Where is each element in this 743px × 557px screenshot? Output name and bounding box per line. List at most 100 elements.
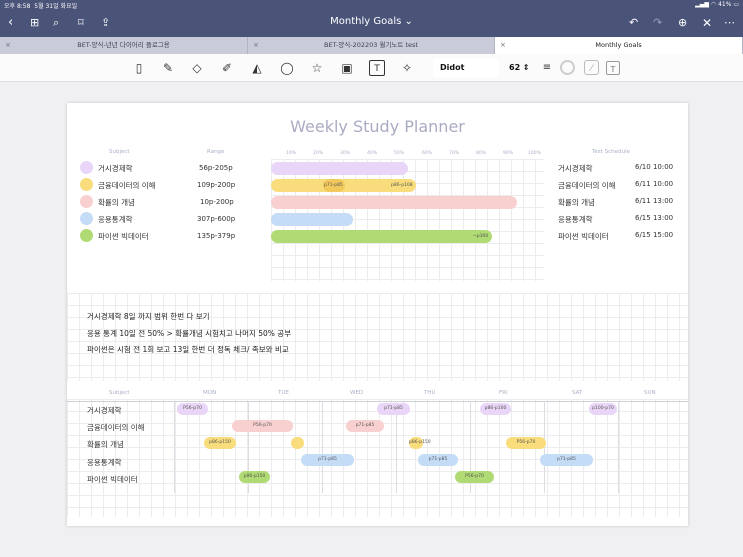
font-selector[interactable]: Didot bbox=[433, 59, 499, 77]
subject-color-dot bbox=[80, 229, 93, 242]
fill-swatch-icon[interactable]: ⁄ bbox=[584, 60, 599, 75]
tick-label: 90% bbox=[503, 151, 514, 156]
day-header: SAT bbox=[572, 390, 583, 396]
subject-test-label: 금융데이터의 이해 bbox=[558, 181, 616, 190]
bar-label: ~p300 bbox=[473, 234, 489, 239]
memo-line: 파이썬은 시험 전 1회 보고 13일 한번 더 정독 체크/ 족보와 비교 bbox=[87, 345, 289, 354]
font-size-selector[interactable]: 62 ⇕ bbox=[509, 59, 530, 77]
progress-bar-macro bbox=[271, 162, 408, 175]
memo-line: 거시경제학 8일 까지 범위 한번 다 보기 bbox=[87, 312, 210, 321]
tab-monthly-goals[interactable]: × Monthly Goals bbox=[495, 37, 743, 54]
schedule-pill[interactable]: P56-p70 bbox=[232, 420, 293, 432]
subject-test-label: 파이썬 빅데이터 bbox=[558, 232, 609, 241]
tick-label: 30% bbox=[340, 151, 351, 156]
tick-label: 40% bbox=[367, 151, 378, 156]
weekly-subject-name: 응용통계학 bbox=[87, 458, 122, 467]
day-divider bbox=[322, 401, 323, 493]
subject-color-dot bbox=[80, 212, 93, 225]
weekly-subject-header: Subject bbox=[109, 390, 130, 396]
more-icon[interactable]: ⋯ bbox=[724, 14, 735, 32]
color-swatch-icon[interactable] bbox=[560, 60, 575, 75]
laser-pointer-icon[interactable]: ✧ bbox=[399, 60, 415, 76]
weekly-subject-name: 확률의 개념 bbox=[87, 440, 124, 449]
tick-label: 70% bbox=[449, 151, 460, 156]
schedule-pill[interactable]: p71-p85 bbox=[540, 454, 593, 466]
day-header: TUE bbox=[278, 390, 289, 396]
subject-test-time: 6/15 15:00 bbox=[635, 231, 674, 239]
pen-icon[interactable]: ✎ bbox=[160, 60, 176, 76]
progress-bar-python bbox=[271, 230, 492, 243]
undo-icon[interactable]: ↶ bbox=[629, 14, 638, 32]
schedule-pill[interactable]: p86-p100 bbox=[480, 403, 511, 415]
schedule-pill[interactable]: p71-p85 bbox=[346, 420, 384, 432]
schedule-pill[interactable]: p86-p150 bbox=[239, 471, 270, 483]
schedule-pill[interactable]: p86-p150 bbox=[409, 437, 431, 449]
subject-name: 응용통계학 bbox=[98, 215, 133, 224]
day-divider bbox=[618, 401, 619, 493]
shapes-icon[interactable]: ◭ bbox=[249, 60, 265, 76]
tab-close-icon[interactable]: × bbox=[500, 37, 506, 54]
subject-name: 확률의 개념 bbox=[98, 198, 135, 207]
tick-label: 10% bbox=[286, 151, 297, 156]
align-icon[interactable]: ≡ bbox=[539, 60, 555, 76]
planner-page[interactable]: Weekly Study Planner Subject Range Test … bbox=[67, 103, 688, 526]
subject-range: 307p-600p bbox=[197, 215, 236, 223]
weekly-grid bbox=[67, 399, 688, 517]
subject-test-time: 6/10 10:00 bbox=[635, 163, 674, 171]
subject-range: 10p-200p bbox=[200, 198, 234, 206]
day-divider bbox=[174, 401, 175, 493]
subject-range: 109p-200p bbox=[197, 181, 236, 189]
tab-close-icon[interactable]: × bbox=[5, 37, 11, 54]
progress-bar-probability bbox=[271, 196, 517, 209]
subject-test-time: 6/15 13:00 bbox=[635, 214, 674, 222]
schedule-pill[interactable]: p86-p150 bbox=[204, 437, 236, 449]
schedule-pill[interactable]: p71-p85 bbox=[377, 403, 410, 415]
tab-close-icon[interactable]: × bbox=[253, 37, 259, 54]
subject-header: Subject bbox=[109, 149, 130, 155]
bar-label: p71-p85 bbox=[324, 183, 343, 188]
eraser-icon[interactable]: ◇ bbox=[189, 60, 205, 76]
subject-test-label: 거시경제학 bbox=[558, 164, 593, 173]
day-header: FRI bbox=[499, 390, 508, 396]
tab-diary[interactable]: × BET-양식-년년 다이어리 플로그용 bbox=[0, 37, 248, 54]
sticker-icon[interactable]: ☆ bbox=[309, 60, 325, 76]
schedule-pill[interactable]: p71-p85 bbox=[418, 454, 458, 466]
schedule-pill[interactable]: p71-p85 bbox=[301, 454, 354, 466]
range-header: Range bbox=[207, 149, 225, 155]
add-page-icon[interactable]: ⊕ bbox=[678, 14, 687, 32]
toolbar: ▯ ✎ ◇ ✐ ◭ ◯ ☆ ▣ T ✧ Didot 62 ⇕ ≡ ⁄ T bbox=[0, 54, 743, 82]
day-header: SUN bbox=[644, 390, 656, 396]
schedule-pill[interactable]: P56-p70 bbox=[506, 437, 546, 449]
image-icon[interactable]: ▣ bbox=[339, 60, 355, 76]
memo-line: 응용 통계 10일 전 50% > 확률개념 시험치고 나머지 50% 공부 bbox=[87, 329, 292, 338]
schedule-pill[interactable]: P56-p70 bbox=[455, 471, 494, 483]
page-title: Weekly Study Planner bbox=[290, 117, 465, 136]
tick-label: 100% bbox=[528, 151, 541, 156]
subject-range: 135p-379p bbox=[197, 232, 236, 240]
weekly-divider bbox=[67, 401, 688, 402]
subject-test-label: 응용통계학 bbox=[558, 215, 593, 224]
text-icon[interactable]: T bbox=[369, 60, 385, 76]
subject-name: 금융데이터의 이해 bbox=[98, 181, 156, 190]
weekly-subject-name: 금융데이터의 이해 bbox=[87, 423, 145, 432]
subject-name: 거시경제학 bbox=[98, 164, 133, 173]
lasso-icon[interactable]: ◯ bbox=[279, 60, 295, 76]
subject-color-dot bbox=[80, 195, 93, 208]
textbox-style-icon[interactable]: T bbox=[606, 61, 620, 75]
schedule-pill[interactable]: P56-p70 bbox=[177, 403, 208, 415]
tick-label: 60% bbox=[422, 151, 433, 156]
reader-icon[interactable]: ▯ bbox=[131, 60, 147, 76]
schedule-pill-dot[interactable] bbox=[291, 437, 304, 449]
status-battery: ▂▄▆ ◠ 41% ▭ bbox=[695, 1, 739, 8]
highlighter-icon[interactable]: ✐ bbox=[219, 60, 235, 76]
tab-note-test[interactable]: × BET-양식-202203 월기노트 test bbox=[248, 37, 495, 54]
close-icon[interactable]: ✕ bbox=[702, 14, 712, 32]
schedule-pill[interactable]: p100-p70 bbox=[589, 403, 617, 415]
tick-label: 50% bbox=[394, 151, 405, 156]
day-header: MON bbox=[203, 390, 217, 396]
redo-icon[interactable]: ↷ bbox=[653, 14, 662, 32]
test-schedule-header: Test Schedule bbox=[592, 149, 630, 155]
tick-label: 80% bbox=[476, 151, 487, 156]
bar-label: p86-p108 bbox=[391, 183, 413, 188]
subject-test-time: 6/11 13:00 bbox=[635, 197, 674, 205]
